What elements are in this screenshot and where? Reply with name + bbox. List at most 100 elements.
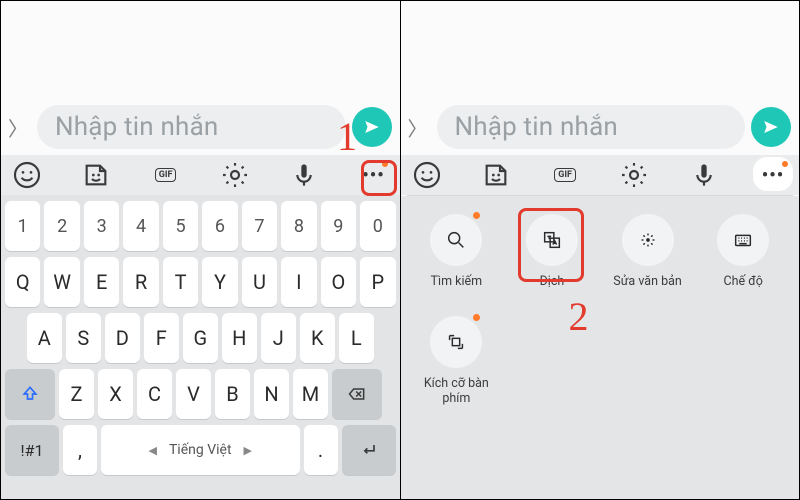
key-m[interactable]: M <box>293 369 328 419</box>
key-8[interactable]: 8 <box>281 201 316 251</box>
lang-prev-icon: ◀ <box>148 444 156 457</box>
comma-key[interactable]: , <box>63 425 97 475</box>
tool-resize-label: Kích cỡ bàn phím <box>413 376 499 407</box>
row-bottom: !#1 , ◀ Tiếng Việt ▶ . <box>5 425 396 475</box>
key-v[interactable]: V <box>176 369 211 419</box>
pane-step-2: 〉 Nhập tin nhắn GIF ••• <box>401 1 800 499</box>
key-1[interactable]: 1 <box>5 201 40 251</box>
gif-icon[interactable]: GIF <box>549 159 581 191</box>
row-asdf: A S D F G H J K L <box>5 313 396 363</box>
key-y[interactable]: Y <box>202 257 237 307</box>
tool-search[interactable]: Tìm kiếm <box>409 214 505 290</box>
gif-icon[interactable]: GIF <box>150 159 182 191</box>
key-4[interactable]: 4 <box>123 201 158 251</box>
more-icon-active[interactable]: ••• <box>757 159 789 191</box>
key-9[interactable]: 9 <box>321 201 356 251</box>
shift-key[interactable] <box>5 369 55 419</box>
key-b[interactable]: B <box>215 369 250 419</box>
key-i[interactable]: I <box>281 257 316 307</box>
key-g[interactable]: G <box>183 313 218 363</box>
expand-chevron[interactable]: 〉 <box>5 113 31 142</box>
key-w[interactable]: W <box>44 257 79 307</box>
settings-icon[interactable] <box>219 159 251 191</box>
emoji-icon[interactable] <box>11 159 43 191</box>
keyboard-toolbar: GIF ••• <box>1 155 400 195</box>
key-z[interactable]: Z <box>59 369 94 419</box>
keyboard-tools-panel: Tìm kiếm Dịch Sửa văn bản Chế độ Kích cỡ… <box>401 196 800 499</box>
key-6[interactable]: 6 <box>202 201 237 251</box>
pane-step-1: 〉 Nhập tin nhắn GIF ••• 1 2 3 <box>1 1 400 499</box>
message-placeholder: Nhập tin nhắn <box>455 112 618 142</box>
key-u[interactable]: U <box>242 257 277 307</box>
resize-icon <box>445 331 467 353</box>
key-2[interactable]: 2 <box>44 201 79 251</box>
key-e[interactable]: E <box>84 257 119 307</box>
expand-chevron[interactable]: 〉 <box>405 113 431 142</box>
message-input[interactable]: Nhập tin nhắn <box>437 105 746 149</box>
tool-translate-label: Dịch <box>540 274 565 290</box>
notification-dot <box>473 314 480 321</box>
mic-icon[interactable] <box>688 159 720 191</box>
tool-search-label: Tìm kiếm <box>431 274 483 290</box>
key-d[interactable]: D <box>105 313 140 363</box>
key-p[interactable]: P <box>360 257 395 307</box>
key-r[interactable]: R <box>123 257 158 307</box>
key-s[interactable]: S <box>66 313 101 363</box>
text-edit-icon <box>637 229 659 251</box>
sticker-icon[interactable] <box>80 159 112 191</box>
settings-icon[interactable] <box>618 159 650 191</box>
lang-next-icon: ▶ <box>244 444 252 457</box>
key-5[interactable]: 5 <box>163 201 198 251</box>
tool-mode[interactable]: Chế độ <box>695 214 791 290</box>
key-k[interactable]: K <box>300 313 335 363</box>
row-zxcv: Z X C V B N M <box>5 369 396 419</box>
notification-dot <box>473 212 480 219</box>
soft-keyboard: 1 2 3 4 5 6 7 8 9 0 Q W E R T Y U I O <box>1 195 400 499</box>
blank-area <box>401 1 800 99</box>
key-7[interactable]: 7 <box>242 201 277 251</box>
key-a[interactable]: A <box>27 313 62 363</box>
tool-translate[interactable]: Dịch <box>504 214 600 290</box>
backspace-key[interactable] <box>332 369 382 419</box>
key-0[interactable]: 0 <box>360 201 395 251</box>
send-icon <box>363 118 381 136</box>
tool-mode-label: Chế độ <box>724 274 763 290</box>
space-key[interactable]: ◀ Tiếng Việt ▶ <box>101 425 300 475</box>
key-o[interactable]: O <box>321 257 356 307</box>
more-icon[interactable]: ••• <box>357 159 389 191</box>
sticker-icon[interactable] <box>480 159 512 191</box>
tool-resize[interactable]: Kích cỡ bàn phím <box>409 316 505 407</box>
message-input-row: 〉 Nhập tin nhắn <box>1 99 400 155</box>
mic-icon[interactable] <box>288 159 320 191</box>
key-f[interactable]: F <box>144 313 179 363</box>
row-qwerty: Q W E R T Y U I O P <box>5 257 396 307</box>
tool-edit-text[interactable]: Sửa văn bản <box>600 214 696 290</box>
send-icon <box>762 118 780 136</box>
key-3[interactable]: 3 <box>84 201 119 251</box>
key-n[interactable]: N <box>254 369 289 419</box>
blank-area <box>1 1 400 99</box>
emoji-icon[interactable] <box>411 159 443 191</box>
notification-dot <box>782 161 788 167</box>
keyboard-toolbar: GIF ••• <box>401 155 800 195</box>
search-icon <box>445 229 467 251</box>
message-input[interactable]: Nhập tin nhắn <box>37 105 346 149</box>
send-button[interactable] <box>751 107 791 147</box>
tool-edit-text-label: Sửa văn bản <box>613 274 682 290</box>
symbols-key[interactable]: !#1 <box>5 425 59 475</box>
key-c[interactable]: C <box>137 369 172 419</box>
key-j[interactable]: J <box>261 313 296 363</box>
notification-dot <box>382 161 388 167</box>
key-q[interactable]: Q <box>5 257 40 307</box>
key-l[interactable]: L <box>339 313 374 363</box>
key-t[interactable]: T <box>163 257 198 307</box>
key-h[interactable]: H <box>222 313 257 363</box>
period-key[interactable]: . <box>304 425 338 475</box>
enter-key[interactable] <box>342 425 396 475</box>
key-x[interactable]: X <box>98 369 133 419</box>
send-button[interactable] <box>352 107 392 147</box>
space-label: Tiếng Việt <box>169 442 232 458</box>
number-row: 1 2 3 4 5 6 7 8 9 0 <box>5 201 396 251</box>
keyboard-mode-icon <box>732 229 754 251</box>
translate-icon <box>541 229 563 251</box>
